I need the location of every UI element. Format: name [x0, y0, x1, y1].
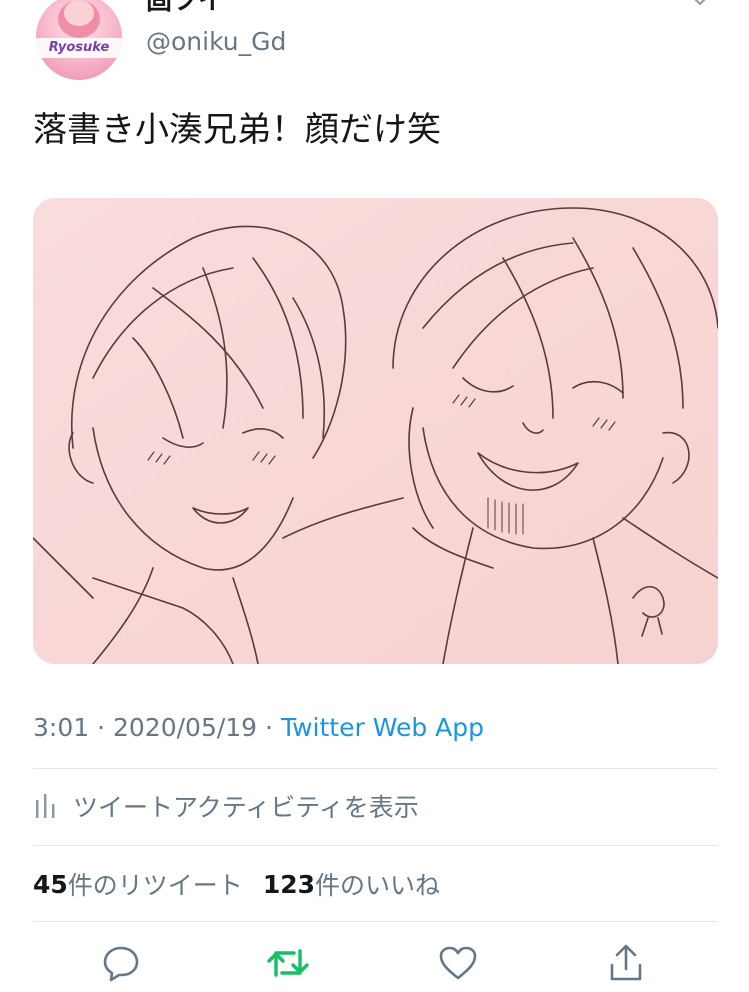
retweet-count[interactable]: 45	[33, 870, 68, 899]
meta-separator: ·	[265, 713, 273, 742]
tweet-meta: 3:01 · 2020/05/19 · Twitter Web App	[33, 708, 484, 748]
like-count[interactable]: 123	[263, 870, 315, 899]
tweet-time: 3:01	[33, 713, 90, 742]
avatar-face	[58, 0, 100, 38]
divider	[33, 845, 718, 846]
illustration-line-art	[33, 198, 718, 664]
like-label[interactable]: 件のいいね	[315, 866, 440, 902]
avatar[interactable]: Ryosuke	[36, 0, 122, 80]
like-button[interactable]	[436, 941, 480, 985]
tweet-detail: Ryosuke 固ツイ @oniku_Gd 落書き小湊兄弟！顔だけ笑 3:01 …	[0, 0, 749, 992]
avatar-label: Ryosuke	[48, 40, 110, 55]
user-handle[interactable]: @oniku_Gd	[146, 28, 286, 56]
reply-button[interactable]	[99, 941, 143, 985]
chevron-down-icon[interactable]	[690, 0, 710, 10]
divider	[33, 768, 718, 769]
tweet-action-bar	[33, 935, 718, 992]
speech-bubble-icon	[103, 946, 139, 982]
tweet-source-link[interactable]: Twitter Web App	[281, 713, 484, 742]
retweet-button[interactable]	[266, 941, 310, 985]
divider	[33, 921, 718, 922]
activity-label: ツイートアクティビティを表示	[73, 793, 419, 822]
retweet-label[interactable]: 件のリツイート	[68, 866, 243, 902]
tweet-activity-link[interactable]: ツイートアクティビティを表示	[33, 783, 419, 829]
share-upload-icon	[610, 944, 642, 981]
tweet-image[interactable]	[33, 198, 718, 664]
tweet-date: 2020/05/19	[113, 713, 258, 742]
tweet-text: 落書き小湊兄弟！顔だけ笑	[33, 110, 441, 150]
share-button[interactable]	[604, 941, 648, 985]
meta-separator: ·	[97, 713, 106, 742]
tweet-header: Ryosuke 固ツイ @oniku_Gd	[30, 0, 720, 80]
heart-icon	[439, 946, 477, 980]
display-name[interactable]: 固ツイ	[146, 0, 224, 14]
tweet-stats: 45 件のリツイート 123 件のいいね	[33, 863, 440, 905]
bar-chart-icon	[36, 794, 55, 818]
retweet-arrows-icon	[267, 949, 309, 977]
